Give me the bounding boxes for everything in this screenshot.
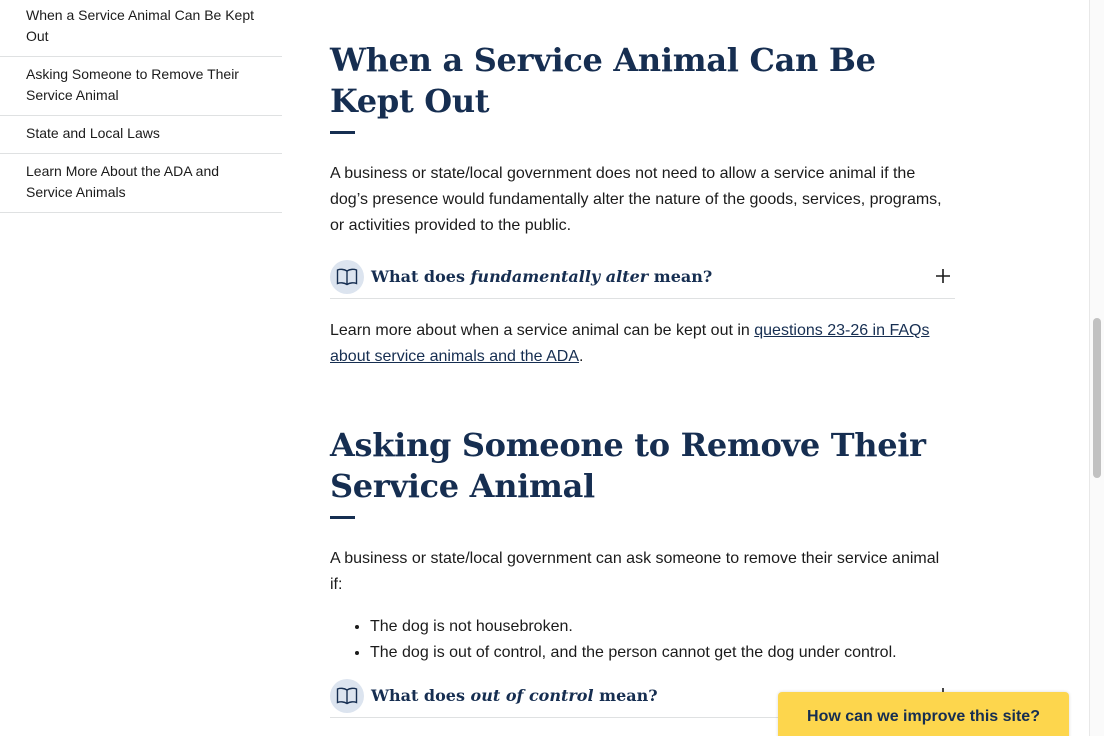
accordion-title: What does out of control mean? (371, 686, 658, 705)
book-open-icon (330, 259, 364, 294)
section-heading: When a Service Animal Can Be Kept Out (330, 41, 876, 120)
book-open-icon (330, 678, 364, 713)
section-kept-out: When a Service Animal Can Be Kept Out A … (330, 0, 955, 370)
list-item: The dog is not housebroken. (370, 614, 955, 640)
plus-icon[interactable] (935, 268, 951, 284)
accordion-fundamentally-alter[interactable]: What does fundamentally alter mean? (330, 255, 955, 299)
feedback-button[interactable]: How can we improve this site? (778, 692, 1069, 736)
section-remove-animal: Asking Someone to Remove Their Service A… (330, 425, 955, 718)
list-item: The dog is out of control, and the perso… (370, 640, 955, 666)
heading-rule (330, 131, 355, 134)
main-content: When a Service Animal Can Be Kept Out A … (330, 0, 955, 718)
section-heading: Asking Someone to Remove Their Service A… (330, 426, 926, 505)
reasons-list: The dog is not housebroken. The dog is o… (330, 614, 955, 666)
accordion-title: What does fundamentally alter mean? (371, 267, 713, 286)
heading-rule (330, 516, 355, 519)
scrollbar-thumb[interactable] (1093, 318, 1101, 478)
sidenav-item-learn-more[interactable]: Learn More About the ADA and Service Ani… (0, 154, 282, 213)
sidenav-item-state-local-laws[interactable]: State and Local Laws (0, 116, 282, 154)
side-navigation: When a Service Animal Can Be Kept Out As… (0, 0, 282, 213)
section-body: A business or state/local government can… (330, 550, 940, 593)
sidenav-item-remove-animal[interactable]: Asking Someone to Remove Their Service A… (0, 57, 282, 116)
sidenav-item-kept-out[interactable]: When a Service Animal Can Be Kept Out (0, 0, 282, 57)
section-body: A business or state/local government doe… (330, 165, 942, 234)
learn-more-paragraph: Learn more about when a service animal c… (330, 322, 930, 365)
